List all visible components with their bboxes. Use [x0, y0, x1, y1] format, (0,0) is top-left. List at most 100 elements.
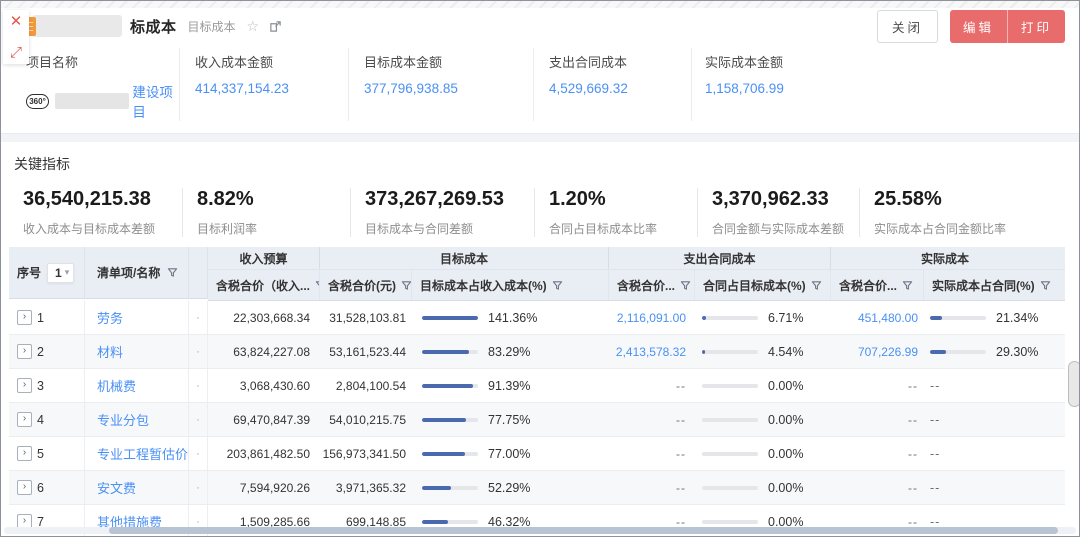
- column-header-label: 实际成本占合同(%): [932, 277, 1035, 294]
- income-budget-cell: 3,068,430.60: [208, 369, 320, 402]
- summary-field-value[interactable]: 377,796,938.85: [364, 81, 533, 96]
- clipped-content-dot: ·: [196, 516, 200, 528]
- target-vs-income-pct: 77.00%: [488, 447, 530, 461]
- table-header: 序号 1 ▾ 清单项/名称 收入预算目标成本支出合同成本实际成本 含税合价（收入…: [9, 247, 1065, 301]
- target-vs-income-cell: 141.36%: [412, 301, 609, 334]
- name-column-header[interactable]: 清单项/名称: [85, 247, 189, 299]
- project-name-field: 项目名称 360° 建设项目: [26, 48, 179, 121]
- star-icon[interactable]: ☆: [247, 18, 260, 35]
- edit-button[interactable]: 编辑: [950, 10, 1008, 43]
- target-vs-income-cell: 77.75%: [412, 403, 609, 436]
- expand-row-icon[interactable]: ›: [17, 344, 32, 359]
- name-header-label: 清单项/名称: [97, 264, 160, 281]
- filter-icon[interactable]: [167, 267, 178, 278]
- expand-row-icon[interactable]: ›: [17, 480, 32, 495]
- project-name-link[interactable]: 建设项目: [132, 81, 179, 121]
- actual-cost-cell: --: [831, 437, 924, 470]
- column-header[interactable]: 含税合价...: [609, 270, 695, 300]
- summary-field-value[interactable]: 1,158,706.99: [705, 81, 861, 96]
- summary-field: 支出合同成本 4,529,669.32: [533, 48, 691, 121]
- contract-cost-cell: 2,413,578.32: [609, 335, 695, 368]
- row-name-link[interactable]: 机械费: [97, 376, 136, 395]
- progress-bar: [422, 350, 478, 354]
- column-header-label: 含税合价(元): [328, 277, 396, 294]
- progress-bar: [702, 520, 758, 524]
- print-button[interactable]: 打印: [1008, 10, 1065, 43]
- column-header[interactable]: 合同占目标成本(%): [695, 270, 831, 300]
- summary-field-value[interactable]: 414,337,154.23: [195, 81, 348, 96]
- kpi-item: 1.20% 合同占目标成本比率: [534, 188, 697, 237]
- row-seq-cell: › 5: [9, 437, 85, 470]
- row-name-link[interactable]: 劳务: [97, 308, 123, 327]
- target-vs-income-cell: 83.29%: [412, 335, 609, 368]
- filter-icon[interactable]: [680, 280, 691, 291]
- column-header[interactable]: 含税合价（收入...: [208, 270, 320, 300]
- contract-cost-cell: --: [609, 471, 695, 504]
- target-cost-cell: 31,528,103.81: [320, 301, 412, 334]
- column-group-header: 收入预算: [208, 247, 320, 269]
- edit-print-button-group: 编辑 打印: [950, 10, 1065, 43]
- contract-vs-target-cell: 0.00%: [695, 471, 831, 504]
- expand-row-icon[interactable]: ›: [17, 446, 32, 461]
- open-in-new-icon[interactable]: [269, 20, 282, 33]
- row-name-link[interactable]: 安文费: [97, 478, 136, 497]
- actual-cost-cell: 707,226.99: [831, 335, 924, 368]
- summary-fields: 收入成本金额 414,337,154.23 目标成本金额 377,796,938…: [179, 48, 861, 121]
- row-name-link[interactable]: 材料: [97, 342, 123, 361]
- actual-cost-cell: --: [831, 471, 924, 504]
- row-seq-cell: › 4: [9, 403, 85, 436]
- summary-field-value[interactable]: 4,529,669.32: [549, 81, 691, 96]
- row-clipped-cell: ·: [189, 369, 208, 402]
- chevron-down-icon: ▾: [65, 267, 70, 278]
- close-button[interactable]: 关闭: [877, 10, 938, 43]
- actual-vs-contract-empty: --: [930, 379, 940, 393]
- contract-cost-link[interactable]: 2,413,578.32: [616, 345, 686, 359]
- row-name-link[interactable]: 专业分包: [97, 410, 149, 429]
- column-header-label: 含税合价...: [617, 277, 675, 294]
- row-seq-cell: › 2: [9, 335, 85, 368]
- table-row: › 4 专业分包 · 69,470,847.39 54,010,215.75 7…: [9, 403, 1065, 437]
- kpi-section-title: 关键指标: [14, 154, 1079, 174]
- income-budget-cell: 7,594,920.26: [208, 471, 320, 504]
- horizontal-scrollbar[interactable]: [4, 527, 1076, 534]
- column-header[interactable]: 实际成本占合同(%): [924, 270, 1059, 300]
- table-row: › 3 机械费 · 3,068,430.60 2,804,100.54 91.3…: [9, 369, 1065, 403]
- seq-level-dropdown[interactable]: 1 ▾: [47, 263, 74, 283]
- contract-cost: --: [676, 481, 686, 495]
- expand-row-icon[interactable]: ›: [17, 412, 32, 427]
- contract-vs-target-pct: 0.00%: [768, 447, 803, 461]
- column-header-label: 含税合价（收入...: [216, 277, 310, 294]
- expand-icon[interactable]: ⤢: [10, 45, 22, 60]
- actual-cost-link[interactable]: 451,480.00: [858, 311, 918, 325]
- filter-icon[interactable]: [401, 280, 412, 291]
- expand-row-icon[interactable]: ›: [17, 378, 32, 393]
- row-seq: 4: [37, 413, 44, 427]
- filter-icon[interactable]: [1040, 280, 1051, 291]
- redacted-project-name: [55, 93, 129, 109]
- section-divider: [1, 133, 1079, 142]
- filter-icon[interactable]: [902, 280, 913, 291]
- summary-field-label: 实际成本金额: [705, 52, 861, 71]
- target-vs-income-pct: 91.39%: [488, 379, 530, 393]
- close-icon[interactable]: ✕: [10, 14, 23, 29]
- expand-row-icon[interactable]: ›: [17, 310, 32, 325]
- kpi-label: 合同金额与实际成本差额: [712, 220, 859, 237]
- actual-cost-link[interactable]: 707,226.99: [858, 345, 918, 359]
- horizontal-scrollbar-thumb[interactable]: [109, 527, 1058, 534]
- column-header[interactable]: 目标成本占收入成本(%): [412, 270, 609, 300]
- column-header[interactable]: 含税合价(元): [320, 270, 412, 300]
- row-clipped-cell: ·: [189, 437, 208, 470]
- row-clipped-cell: ·: [189, 335, 208, 368]
- vertical-scrollbar-thumb[interactable]: [1068, 361, 1080, 407]
- contract-cost-link[interactable]: 2,116,091.00: [617, 311, 686, 325]
- row-name-link[interactable]: 专业工程暂估价: [97, 444, 188, 463]
- filter-icon[interactable]: [552, 280, 563, 291]
- seq-level-value: 1: [55, 266, 62, 280]
- target-vs-income-pct: 83.29%: [488, 345, 530, 359]
- contract-vs-target-cell: 6.71%: [695, 301, 831, 334]
- column-header[interactable]: 含税合价...: [831, 270, 924, 300]
- filter-icon[interactable]: [811, 280, 822, 291]
- progress-bar: [930, 316, 986, 320]
- contract-vs-target-cell: 0.00%: [695, 369, 831, 402]
- row-seq: 3: [37, 379, 44, 393]
